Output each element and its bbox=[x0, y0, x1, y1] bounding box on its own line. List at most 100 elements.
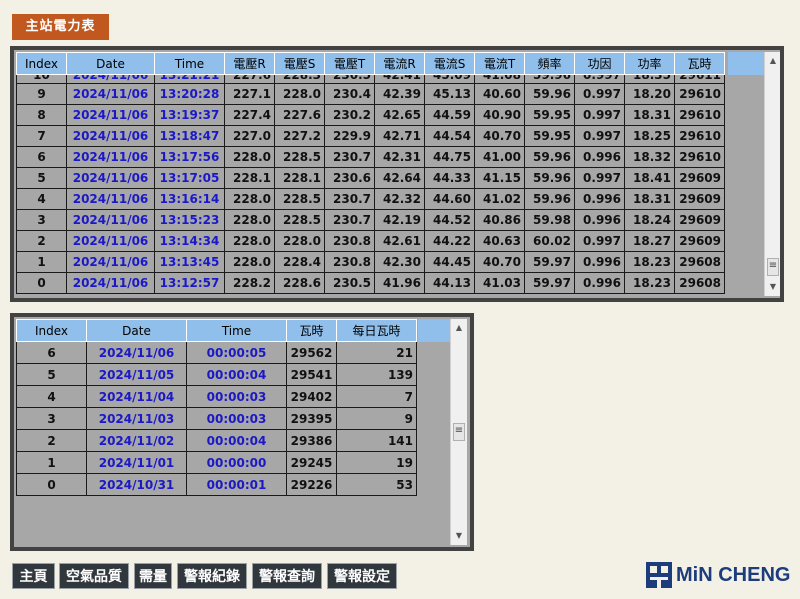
table-cell: 228.1 bbox=[224, 167, 275, 189]
scroll-down-arrow-icon[interactable]: ▼ bbox=[451, 529, 467, 543]
table-cell: 1 bbox=[16, 251, 67, 273]
table-cell: 29609 bbox=[674, 230, 725, 252]
scroll-down-arrow-icon[interactable]: ▼ bbox=[765, 280, 780, 294]
table-cell: 40.60 bbox=[474, 83, 525, 105]
table-cell: 41.08 bbox=[474, 74, 525, 84]
table-cell: 2024/10/31 bbox=[86, 473, 187, 496]
table-cell: 41.00 bbox=[474, 146, 525, 168]
table-cell: 0 bbox=[16, 473, 87, 496]
table-cell: 59.96 bbox=[524, 83, 575, 105]
table-cell: 230.7 bbox=[324, 209, 375, 231]
column-header: 功因 bbox=[574, 52, 625, 75]
table-cell: 0.996 bbox=[574, 272, 625, 294]
table-cell: 2024/11/06 bbox=[66, 167, 155, 189]
table-cell: 2024/11/06 bbox=[66, 74, 155, 84]
daily-panel: Index Date Time 瓦時 每日瓦時 6 2024/11/06 00:00:05 2… bbox=[10, 313, 474, 551]
table-cell: 18.23 bbox=[624, 251, 675, 273]
column-header: 瓦時 bbox=[674, 52, 725, 75]
scroll-thumb-icon[interactable]: ≡ bbox=[767, 258, 779, 276]
scroll-thumb-icon[interactable]: ≡ bbox=[453, 423, 465, 441]
table-row: 0 2024/10/31 00:00:01 29226 53 bbox=[16, 473, 417, 496]
table-cell: 5 bbox=[16, 363, 87, 386]
table-cell: 45.13 bbox=[424, 83, 475, 105]
table-cell: 00:00:01 bbox=[186, 473, 287, 496]
nav-alarm-query-button[interactable]: 警報查詢 bbox=[252, 563, 322, 589]
nav-alarm-settings-button[interactable]: 警報設定 bbox=[327, 563, 397, 589]
table-cell: 0.996 bbox=[574, 209, 625, 231]
daily-scrollbar[interactable]: ▲ ≡ ▼ bbox=[450, 319, 467, 545]
min-cheng-logo-icon bbox=[646, 562, 672, 588]
table-row: 2 2024/11/06 13:14:34 228.0 228.0 230.8 42.61 4… bbox=[16, 230, 725, 252]
table-cell: 0.997 bbox=[574, 83, 625, 105]
table-row-partial: 10 2024/11/06 13:21:21 227.6 228.3 230.5 42.41… bbox=[16, 74, 725, 84]
table-cell: 44.59 bbox=[424, 104, 475, 126]
table-cell: 2024/11/06 bbox=[66, 230, 155, 252]
table-cell: 29562 bbox=[286, 341, 337, 364]
table-cell: 3 bbox=[16, 407, 87, 430]
table-cell: 42.65 bbox=[374, 104, 425, 126]
column-header: 頻率 bbox=[524, 52, 575, 75]
table-cell: 6 bbox=[16, 341, 87, 364]
table-cell: 227.1 bbox=[224, 83, 275, 105]
table-cell: 42.19 bbox=[374, 209, 425, 231]
table-cell: 227.6 bbox=[274, 104, 325, 126]
column-header: Index bbox=[16, 319, 87, 342]
table-cell: 4 bbox=[16, 188, 67, 210]
table-cell: 19 bbox=[336, 451, 417, 474]
table-cell: 13:14:34 bbox=[154, 230, 225, 252]
table-cell: 29611 bbox=[674, 74, 725, 84]
table-cell: 230.5 bbox=[324, 272, 375, 294]
table-cell: 44.33 bbox=[424, 167, 475, 189]
realtime-scrollbar[interactable]: ▲ ≡ ▼ bbox=[764, 52, 780, 296]
table-cell: 1 bbox=[16, 451, 87, 474]
table-cell: 0.997 bbox=[574, 167, 625, 189]
table-row: 9 2024/11/06 13:20:28 227.1 228.0 230.4 42.39 4… bbox=[16, 83, 725, 105]
table-row: 2 2024/11/02 00:00:04 29386 141 bbox=[16, 429, 417, 452]
nav-alarm-log-button[interactable]: 警報紀錄 bbox=[177, 563, 247, 589]
scroll-up-arrow-icon[interactable]: ▲ bbox=[451, 321, 467, 335]
table-cell: 0.997 bbox=[574, 125, 625, 147]
table-cell: 18.32 bbox=[624, 146, 675, 168]
nav-home-button[interactable]: 主頁 bbox=[12, 563, 55, 589]
table-cell: 228.4 bbox=[274, 251, 325, 273]
table-cell: 21 bbox=[336, 341, 417, 364]
table-cell: 7 bbox=[16, 125, 67, 147]
table-cell: 13:18:47 bbox=[154, 125, 225, 147]
table-cell: 44.52 bbox=[424, 209, 475, 231]
column-header: 電流T bbox=[474, 52, 525, 75]
table-cell: 60.02 bbox=[524, 230, 575, 252]
table-cell: 0.996 bbox=[574, 188, 625, 210]
daily-header-fill bbox=[418, 319, 450, 342]
table-cell: 59.96 bbox=[524, 74, 575, 84]
table-row: 4 2024/11/04 00:00:03 29402 7 bbox=[16, 385, 417, 408]
table-cell: 44.60 bbox=[424, 188, 475, 210]
table-cell: 29386 bbox=[286, 429, 337, 452]
table-cell: 29226 bbox=[286, 473, 337, 496]
table-cell: 18.23 bbox=[624, 272, 675, 294]
nav-demand-button[interactable]: 需量 bbox=[134, 563, 172, 589]
table-cell: 2024/11/05 bbox=[86, 363, 187, 386]
table-cell: 2 bbox=[16, 429, 87, 452]
table-cell: 18.35 bbox=[624, 74, 675, 84]
scroll-up-arrow-icon[interactable]: ▲ bbox=[765, 54, 780, 68]
table-cell: 2024/11/04 bbox=[86, 385, 187, 408]
table-cell: 229.9 bbox=[324, 125, 375, 147]
table-cell: 44.54 bbox=[424, 125, 475, 147]
table-cell: 29610 bbox=[674, 125, 725, 147]
table-cell: 228.5 bbox=[274, 146, 325, 168]
nav-air-quality-button[interactable]: 空氣品質 bbox=[59, 563, 129, 589]
table-cell: 228.0 bbox=[224, 251, 275, 273]
table-cell: 40.70 bbox=[474, 125, 525, 147]
table-cell: 230.8 bbox=[324, 230, 375, 252]
table-cell: 29610 bbox=[674, 83, 725, 105]
table-cell: 13:17:56 bbox=[154, 146, 225, 168]
table-cell: 2024/11/06 bbox=[66, 83, 155, 105]
table-cell: 139 bbox=[336, 363, 417, 386]
table-cell: 42.39 bbox=[374, 83, 425, 105]
table-cell: 2024/11/06 bbox=[66, 104, 155, 126]
table-cell: 2 bbox=[16, 230, 67, 252]
table-cell: 2024/11/02 bbox=[86, 429, 187, 452]
column-header: Time bbox=[154, 52, 225, 75]
table-cell: 00:00:04 bbox=[186, 363, 287, 386]
table-cell: 44.75 bbox=[424, 146, 475, 168]
